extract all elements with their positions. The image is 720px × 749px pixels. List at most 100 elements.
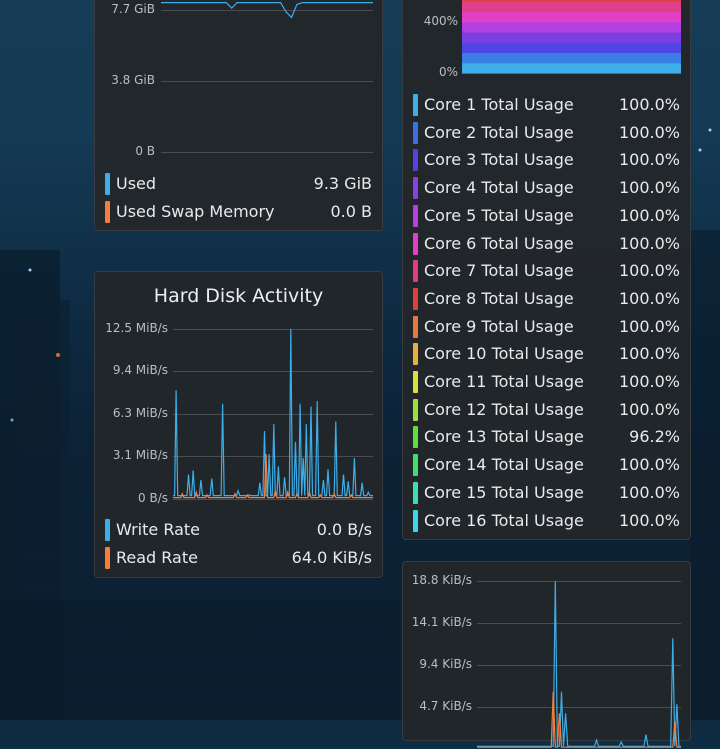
legend-label: Read Rate: [116, 548, 198, 567]
legend-swatch: [105, 519, 110, 541]
legend-label: Used: [116, 174, 157, 193]
network-activity-widget: 18.8 KiB/s 14.1 KiB/s 9.4 KiB/s 4.7 KiB/…: [402, 561, 691, 748]
y-tick-label: 6.3 MiB/s: [112, 406, 168, 420]
legend-item-core-13: Core 13 Total Usage 96.2%: [413, 426, 680, 449]
legend-label: Core 6 Total Usage: [424, 233, 574, 253]
cpu-usage-widget: 400% 0% Core 1 Total Usage 100.0% Core 2 T…: [402, 0, 691, 540]
legend-value: 100.0%: [618, 316, 680, 336]
legend-swatch: [413, 232, 418, 255]
y-tick-label: 18.8 KiB/s: [411, 573, 472, 587]
legend-label: Used Swap Memory: [116, 202, 275, 221]
legend-swatch: [413, 149, 418, 172]
legend-item-core-8: Core 8 Total Usage 100.0%: [413, 287, 680, 310]
legend-label: Write Rate: [116, 520, 201, 539]
legend-value: 64.0 KiB/s: [291, 548, 372, 567]
cpu-area-band: [462, 11, 681, 23]
series-line-used: [161, 2, 373, 19]
legend-item-core-15: Core 15 Total Usage 100.0%: [413, 481, 680, 504]
y-tick-label: 9.4 MiB/s: [112, 363, 168, 377]
legend-swatch: [413, 426, 418, 449]
legend-swatch: [413, 121, 418, 144]
widget-title: Hard Disk Activity: [153, 285, 324, 307]
legend-value: 100.0%: [618, 288, 680, 308]
y-tick-label: 12.5 MiB/s: [105, 321, 168, 335]
memory-plot-area: [161, 2, 373, 19]
y-tick-label: 0 B/s: [138, 491, 168, 505]
legend-label: Core 4 Total Usage: [424, 178, 574, 198]
legend-value: 100.0%: [618, 399, 680, 419]
legend-value: 100.0%: [618, 205, 680, 225]
legend-label: Core 12 Total Usage: [424, 399, 584, 419]
series-line-network-1: [477, 580, 681, 747]
legend-swatch: [413, 454, 418, 477]
legend-label: Core 7 Total Usage: [424, 261, 574, 281]
series-line-write-rate: [173, 328, 373, 497]
legend-swatch: [413, 287, 418, 310]
legend-value: 100.0%: [618, 261, 680, 281]
legend-swatch: [413, 260, 418, 283]
legend-item-used-swap: Used Swap Memory 0.0 B: [105, 201, 372, 223]
legend-label: Core 1 Total Usage: [424, 95, 574, 114]
legend-label: Core 15 Total Usage: [424, 482, 584, 502]
legend-item-read-rate: Read Rate 64.0 KiB/s: [105, 547, 372, 569]
legend-value: 96.2%: [629, 427, 680, 447]
legend-swatch: [413, 343, 418, 366]
cpu-area-band: [462, 21, 681, 33]
disk-plot-area: [173, 328, 373, 499]
legend-label: Core 9 Total Usage: [424, 316, 574, 336]
legend-value: 100.0%: [618, 95, 680, 114]
legend-label: Core 8 Total Usage: [424, 288, 574, 308]
network-plot-area: [477, 580, 681, 748]
legend-value: 9.3 GiB: [313, 174, 372, 193]
y-tick-label: 0%: [438, 65, 458, 79]
legend-label: Core 16 Total Usage: [424, 510, 584, 530]
y-tick-label: 3.1 MiB/s: [112, 448, 168, 462]
legend-swatch: [413, 177, 418, 200]
legend-item-core-14: Core 14 Total Usage 100.0%: [413, 454, 680, 477]
cpu-area-band: [462, 52, 681, 64]
legend-value: 100.0%: [618, 372, 680, 391]
legend-item-core-2: Core 2 Total Usage 100.0%: [413, 121, 680, 144]
legend-item-core-4: Core 4 Total Usage 100.0%: [413, 177, 680, 200]
legend-value: 0.0 B/s: [316, 520, 372, 539]
legend-label: Core 5 Total Usage: [424, 205, 574, 225]
legend-item-core-7: Core 7 Total Usage 100.0%: [413, 260, 680, 283]
legend-value: 100.0%: [618, 510, 680, 530]
legend-value: 100.0%: [618, 455, 680, 475]
legend-value: 100.0%: [618, 150, 680, 170]
legend-item-core-11: Core 11 Total Usage 100.0%: [413, 371, 680, 393]
legend-label: Core 2 Total Usage: [424, 122, 574, 142]
legend-item-used: Used 9.3 GiB: [105, 173, 372, 195]
cpu-area-band: [462, 0, 681, 2]
legend-swatch: [413, 204, 418, 227]
cpu-stacked-area: [462, 0, 681, 74]
legend-item-core-12: Core 12 Total Usage 100.0%: [413, 398, 680, 421]
legend-value: 100.0%: [618, 344, 680, 364]
y-tick-label: 4.7 KiB/s: [419, 699, 472, 713]
legend-item-core-6: Core 6 Total Usage 100.0%: [413, 232, 680, 255]
legend-label: Core 10 Total Usage: [424, 344, 584, 364]
legend-swatch: [105, 201, 110, 223]
legend-label: Core 13 Total Usage: [424, 427, 584, 447]
legend-swatch: [413, 481, 418, 504]
legend-swatch: [413, 94, 418, 116]
cpu-area-band: [462, 1, 681, 13]
legend-item-core-16: Core 16 Total Usage 100.0%: [413, 509, 680, 532]
legend-value: 100.0%: [618, 482, 680, 502]
legend-item-core-1: Core 1 Total Usage 100.0%: [413, 94, 680, 116]
y-tick-label: 9.4 KiB/s: [419, 657, 472, 671]
legend-item-write-rate: Write Rate 0.0 B/s: [105, 519, 372, 541]
cpu-area-band: [462, 32, 681, 43]
y-tick-label: 0 B: [135, 144, 155, 158]
y-tick-label: 400%: [423, 14, 458, 28]
legend-swatch: [413, 509, 418, 532]
legend-label: Core 3 Total Usage: [424, 150, 574, 170]
legend-swatch: [105, 547, 110, 569]
legend-label: Core 14 Total Usage: [424, 455, 584, 475]
y-tick-label: 7.7 GiB: [111, 2, 155, 16]
legend-label: Core 11 Total Usage: [424, 372, 584, 391]
cpu-area-band: [462, 42, 681, 54]
legend-swatch: [413, 398, 418, 421]
legend-item-core-5: Core 5 Total Usage 100.0%: [413, 204, 680, 227]
memory-usage-widget: 7.7 GiB 3.8 GiB 0 B Used 9.3 GiB Used Sw…: [94, 0, 383, 231]
